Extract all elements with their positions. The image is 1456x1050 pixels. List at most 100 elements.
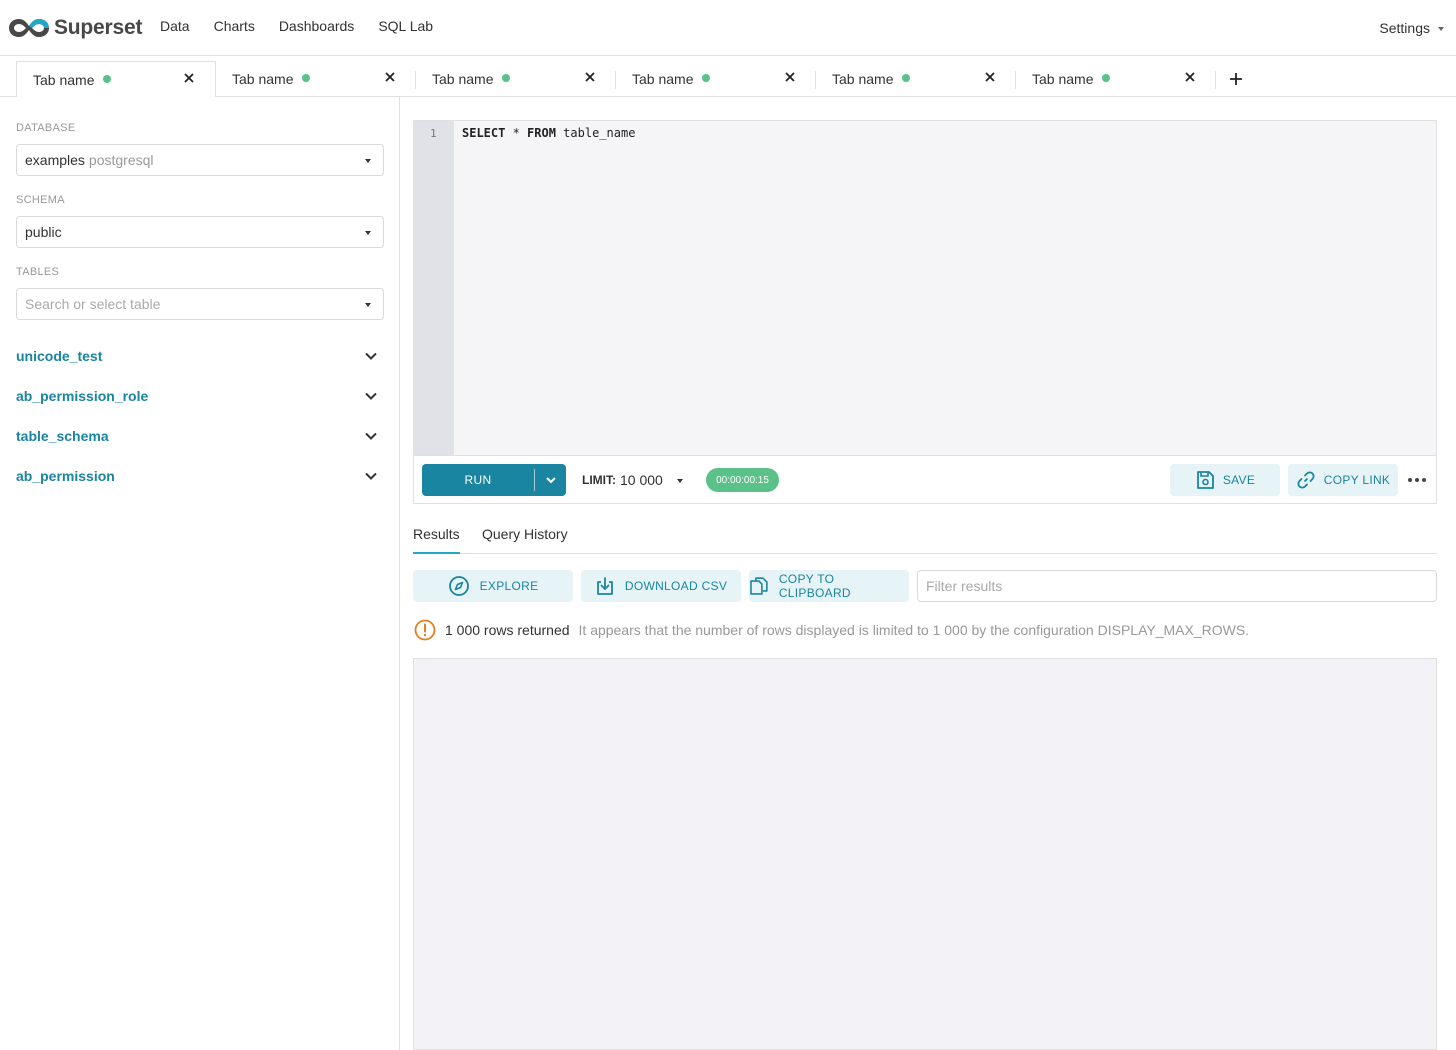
query-tab[interactable]: Tab name — [16, 61, 216, 98]
sql-table: table_name — [555, 126, 636, 140]
table-select[interactable]: Search or select table — [16, 288, 384, 320]
sql-star: * — [505, 126, 528, 140]
close-icon[interactable] — [984, 71, 996, 83]
table-name: ab_permission_role — [16, 388, 149, 404]
status-dot-icon — [902, 74, 911, 82]
caret-down-icon — [676, 479, 683, 483]
save-label: SAVE — [1222, 473, 1256, 487]
table-select-placeholder: Search or select table — [25, 296, 161, 312]
query-tab[interactable]: Tab name — [616, 61, 816, 97]
top-navbar: Superset Data Charts Dashboards SQL Lab … — [0, 0, 1456, 56]
add-tab-icon[interactable] — [1228, 71, 1244, 87]
schema-select[interactable]: public — [16, 216, 384, 248]
run-label: RUN — [464, 473, 492, 487]
tab-label: Tab name — [432, 71, 494, 87]
table-item-table-schema[interactable]: table_schema — [16, 424, 384, 448]
line-number: 1 — [430, 127, 437, 140]
nav-data[interactable]: Data — [160, 18, 190, 34]
table-name: table_schema — [16, 428, 109, 444]
close-icon[interactable] — [384, 71, 396, 83]
chevron-down-icon — [365, 392, 377, 400]
status-dot-icon — [502, 74, 511, 82]
sql-keyword: SELECT — [462, 126, 506, 140]
download-icon — [596, 577, 613, 595]
query-tab[interactable]: Tab name — [416, 61, 616, 97]
explore-label: EXPLORE — [479, 579, 539, 593]
superset-logo[interactable]: Superset — [8, 14, 142, 42]
chevron-down-icon — [545, 477, 556, 484]
limit-value: 10 000 — [620, 472, 663, 488]
warning-icon — [414, 619, 436, 641]
status-dot-icon — [702, 74, 711, 82]
limit-dropdown[interactable]: LIMIT: 10 000 — [582, 472, 683, 488]
superset-logo-icon — [9, 19, 49, 37]
table-name: unicode_test — [16, 348, 103, 364]
line-gutter: 1 — [414, 121, 454, 455]
nav-sql-lab[interactable]: SQL Lab — [378, 18, 433, 34]
save-icon — [1196, 471, 1214, 489]
results-grid[interactable] — [413, 658, 1437, 1050]
close-icon[interactable] — [584, 71, 596, 83]
nav-charts[interactable]: Charts — [214, 18, 255, 34]
left-panel: DATABASE examples postgresql SCHEMA publ… — [0, 97, 400, 1050]
compass-icon — [448, 576, 469, 596]
query-tab[interactable]: Tab name — [816, 61, 1016, 97]
caret-down-icon — [365, 303, 371, 307]
caret-down-icon — [365, 159, 371, 163]
editor-toolbar: RUN LIMIT: 10 000 00:00:00:15 SAVE COPY … — [413, 456, 1437, 504]
table-item-ab-permission-role[interactable]: ab_permission_role — [16, 384, 384, 408]
save-button[interactable]: SAVE — [1170, 464, 1280, 496]
query-tabs-bar: Tab name Tab name Tab name Tab name Tab … — [0, 57, 1456, 98]
chevron-down-icon — [365, 472, 377, 480]
limit-label: LIMIT: — [582, 473, 616, 487]
close-icon[interactable] — [183, 72, 195, 84]
filter-results-input[interactable] — [917, 570, 1437, 602]
tab-divider — [1215, 71, 1216, 89]
status-dot-icon — [302, 74, 311, 82]
database-name: examples — [25, 152, 85, 168]
brand-name: Superset — [54, 16, 143, 39]
settings-label: Settings — [1379, 20, 1430, 36]
tables-label: TABLES — [16, 266, 60, 278]
database-label: DATABASE — [16, 122, 76, 134]
more-options-icon[interactable] — [1408, 478, 1429, 482]
caret-down-icon — [365, 231, 371, 235]
run-options-toggle[interactable] — [535, 474, 566, 486]
query-tab[interactable]: Tab name — [216, 61, 416, 97]
copy-to-clipboard-button[interactable]: COPY TO CLIPBOARD — [749, 570, 909, 602]
tab-results[interactable]: Results — [413, 526, 460, 554]
schema-value: public — [25, 224, 62, 240]
database-type: postgresql — [88, 152, 154, 168]
download-csv-label: DOWNLOAD CSV — [624, 579, 728, 593]
table-name: ab_permission — [16, 468, 115, 484]
run-button[interactable]: RUN — [422, 464, 566, 496]
sql-code-line: SELECT * FROM table_name — [462, 126, 635, 140]
tab-label: Tab name — [1032, 71, 1094, 87]
download-csv-button[interactable]: DOWNLOAD CSV — [581, 570, 741, 602]
tab-label: Tab name — [832, 71, 894, 87]
caret-down-icon — [1438, 27, 1444, 31]
copy-icon — [750, 577, 768, 595]
database-select[interactable]: examples postgresql — [16, 144, 384, 176]
table-item-ab-permission[interactable]: ab_permission — [16, 464, 384, 488]
close-icon[interactable] — [784, 71, 796, 83]
settings-menu[interactable]: Settings — [1379, 20, 1444, 36]
main-nav: Data Charts Dashboards SQL Lab — [160, 18, 457, 34]
tab-label: Tab name — [33, 71, 95, 88]
rows-returned-count: 1 000 rows returned — [445, 622, 570, 638]
status-dot-icon — [103, 74, 112, 83]
status-dot-icon — [1102, 74, 1111, 82]
copy-link-button[interactable]: COPY LINK — [1288, 464, 1398, 496]
tab-query-history[interactable]: Query History — [482, 526, 568, 542]
query-timer-badge: 00:00:00:15 — [706, 468, 779, 492]
sql-editor[interactable]: 1 SELECT * FROM table_name — [413, 120, 1437, 456]
nav-dashboards[interactable]: Dashboards — [279, 18, 355, 34]
sql-keyword: FROM — [527, 126, 556, 140]
schema-label: SCHEMA — [16, 194, 65, 206]
copy-link-label: COPY LINK — [1323, 473, 1391, 487]
query-tab[interactable]: Tab name — [1016, 61, 1216, 97]
close-icon[interactable] — [1184, 71, 1196, 83]
explore-button[interactable]: EXPLORE — [413, 570, 573, 602]
table-item-unicode-test[interactable]: unicode_test — [16, 344, 384, 368]
tab-label: Tab name — [232, 71, 294, 87]
